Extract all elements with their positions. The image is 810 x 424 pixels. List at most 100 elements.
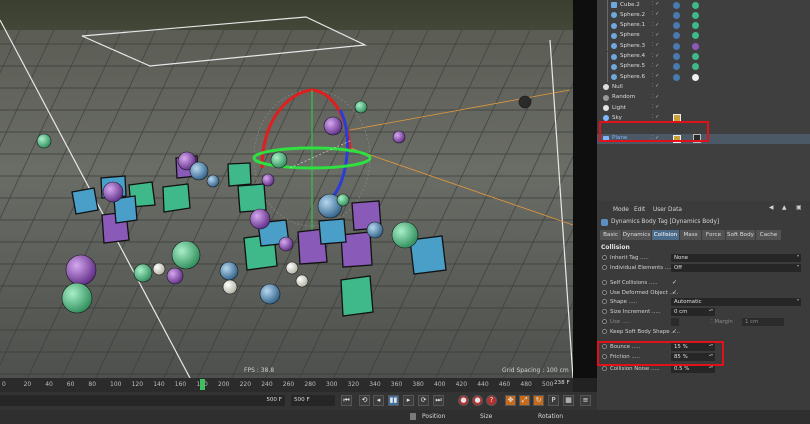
current-frame-field[interactable]: 238 F [554, 380, 573, 390]
visibility-toggle[interactable]: ⁚ ✓ [652, 104, 659, 110]
tab-force[interactable]: Force [702, 230, 726, 240]
animate-dot-icon[interactable] [602, 290, 607, 295]
record-keys-icon[interactable]: ● [458, 395, 469, 406]
object-name[interactable]: Sphere.6 [620, 74, 645, 80]
auto-key-icon[interactable]: ● [472, 395, 483, 406]
up-arrow-icon[interactable]: ▲ [782, 205, 786, 211]
object-name[interactable]: Sphere.5 [620, 63, 645, 69]
visibility-toggle[interactable]: ⁚ ✓ [652, 42, 659, 48]
go-to-end-icon[interactable]: ⏭ [433, 395, 444, 406]
back-arrow-icon[interactable]: ◀ [769, 205, 773, 211]
visibility-toggle[interactable]: ⁚ ✓ [652, 63, 659, 69]
object-name[interactable]: Sky [612, 115, 622, 121]
object-name[interactable]: Random [612, 94, 635, 100]
material-tag-icon[interactable] [692, 11, 699, 19]
object-row[interactable]: Sphere.3 ⁚ ✓ [597, 41, 810, 52]
visibility-toggle[interactable]: ⁚ ✓ [652, 83, 659, 89]
material-tag-icon[interactable] [692, 73, 699, 81]
visibility-toggle[interactable]: ⁚ ✓ [652, 22, 659, 28]
object-row[interactable]: Light ⁚ ✓ [597, 103, 810, 113]
animate-dot-icon[interactable] [602, 329, 607, 334]
object-row[interactable]: Null ⁚ ✓ [597, 82, 810, 92]
tab-cache[interactable]: Cache [756, 230, 782, 240]
viewport-scene[interactable] [0, 0, 573, 378]
margin-field[interactable]: 1 cm [742, 317, 784, 326]
play-icon[interactable]: ▮▮ [388, 395, 399, 406]
material-tag-icon[interactable] [692, 53, 699, 60]
visibility-toggle[interactable]: ⁚ ✓ [652, 32, 659, 38]
object-name[interactable]: Cube.2 [620, 2, 640, 8]
property-checkbox[interactable]: ✓ [672, 289, 677, 296]
visibility-toggle[interactable]: ⁚ ✓ [652, 53, 659, 59]
material-tag-icon[interactable] [692, 22, 699, 30]
object-name[interactable]: Sphere.2 [620, 12, 645, 18]
object-row[interactable]: Sphere ⁚ ✓ [597, 30, 810, 42]
visibility-toggle[interactable]: ⁚ ✓ [652, 73, 659, 79]
use-margin-checkbox[interactable] [671, 317, 679, 326]
property-dropdown[interactable]: Automatic ▾ [671, 297, 801, 306]
animate-dot-icon[interactable] [602, 299, 607, 304]
object-row[interactable]: Random ⁚ ✓ [597, 93, 810, 103]
spinner-icon[interactable]: ▴▾ [709, 307, 713, 312]
rotation-key-icon[interactable]: ↻ [533, 395, 544, 406]
dynamics-tag-icon[interactable] [673, 63, 680, 71]
object-row[interactable]: Sphere.1 ⁚ ✓ [597, 20, 810, 31]
pla-key-icon[interactable]: ▦ [563, 395, 574, 406]
object-row[interactable]: Sphere.6 ⁚ ✓ [597, 72, 810, 83]
object-row[interactable]: Sphere.5 ⁚ ✓ [597, 61, 810, 73]
material-tag-icon[interactable] [692, 42, 699, 50]
tab-soft-body[interactable]: Soft Body [726, 230, 756, 240]
animate-dot-icon[interactable] [602, 309, 607, 314]
preview-start-field[interactable]: 500 F [0, 395, 285, 406]
object-name[interactable]: Sphere [620, 32, 640, 38]
chevron-down-icon[interactable]: ▾ [797, 297, 799, 302]
visibility-toggle[interactable]: ⁚ ✓ [652, 114, 659, 120]
playhead[interactable] [200, 379, 205, 390]
object-row[interactable]: Sphere.4 ⁚ ✓ [597, 51, 810, 62]
material-tag-icon[interactable] [692, 1, 699, 9]
object-name[interactable]: Null [612, 84, 623, 90]
tab-basic[interactable]: Basic [600, 230, 622, 240]
visibility-toggle[interactable]: ⁚ ✓ [652, 1, 659, 7]
tab-mass[interactable]: Mass [680, 230, 702, 240]
next-frame-icon[interactable]: ▸ [403, 395, 414, 406]
dynamics-tag-icon[interactable] [673, 73, 680, 81]
menu-mode[interactable]: Mode [613, 207, 629, 213]
dynamics-tag-icon[interactable] [673, 42, 680, 50]
go-to-start-icon[interactable]: ⏮ [341, 395, 352, 406]
animate-dot-icon[interactable] [602, 319, 607, 324]
position-key-icon[interactable]: ✥ [505, 395, 516, 406]
object-name[interactable]: Light [612, 105, 626, 111]
dynamics-tag-icon[interactable] [673, 1, 680, 9]
animate-dot-icon[interactable] [602, 280, 607, 285]
tab-collision[interactable]: Collision [652, 230, 680, 240]
object-manager[interactable]: Cube.2 ⁚ ✓ Sphere.2 ⁚ ✓ Sphere.1 ⁚ ✓ Sphere ⁚ ✓… [597, 0, 810, 201]
visibility-toggle[interactable]: ⁚ ✓ [652, 94, 659, 100]
scale-key-icon[interactable]: ⤢ [519, 395, 530, 406]
3d-viewport[interactable]: FPS : 38.8 Grid Spacing : 100 cm [0, 0, 573, 378]
keyframe-selection-icon[interactable]: ? [486, 395, 497, 406]
animate-dot-icon[interactable] [602, 265, 607, 270]
material-tag-icon[interactable] [692, 32, 699, 40]
prev-key-icon[interactable]: ⟲ [359, 395, 370, 406]
menu-edit[interactable]: Edit [634, 207, 645, 213]
property-checkbox[interactable]: ✓ [672, 279, 677, 286]
chevron-down-icon[interactable]: ▾ [797, 253, 799, 258]
dynamics-tag-icon[interactable] [673, 11, 680, 19]
next-key-icon[interactable]: ⟳ [418, 395, 429, 406]
panel-divider[interactable] [573, 0, 597, 378]
animate-dot-icon[interactable] [602, 366, 607, 371]
prev-frame-icon[interactable]: ◂ [373, 395, 384, 406]
preview-end-field[interactable]: 500 F [291, 395, 335, 406]
visibility-toggle[interactable]: ⁚ ✓ [652, 11, 659, 17]
parameter-key-icon[interactable]: P [548, 395, 559, 406]
object-name[interactable]: Sphere.1 [620, 22, 645, 28]
material-tag-icon[interactable] [692, 63, 699, 71]
object-row[interactable]: Sphere.2 ⁚ ✓ [597, 10, 810, 21]
property-dropdown[interactable]: None ▾ [671, 253, 801, 262]
timeline-menu-icon[interactable]: ≡ [580, 395, 591, 406]
tab-dynamics[interactable]: Dynamics [622, 230, 652, 240]
dynamics-tag-icon[interactable] [673, 53, 680, 60]
menu-user-data[interactable]: User Data [653, 207, 682, 213]
animate-dot-icon[interactable] [602, 255, 607, 260]
